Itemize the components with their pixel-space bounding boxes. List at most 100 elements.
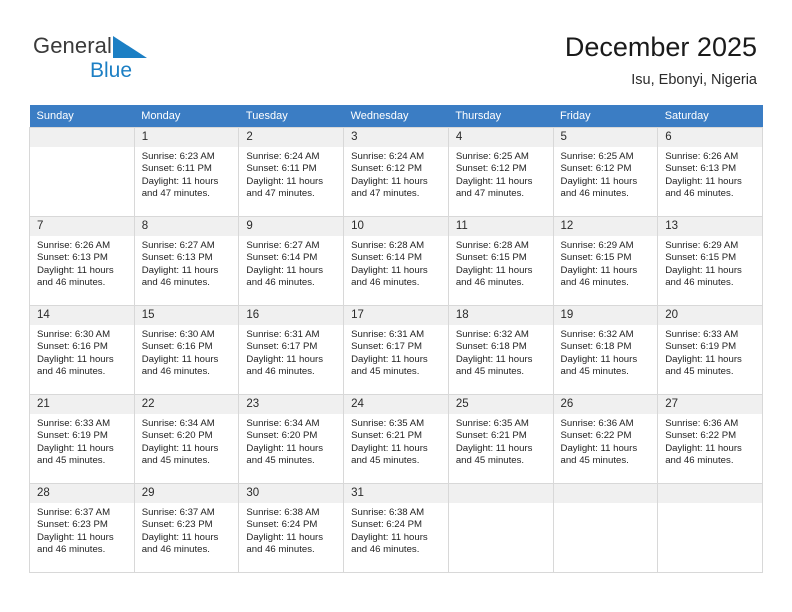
page-subtitle-location: Isu, Ebonyi, Nigeria — [631, 72, 757, 88]
calendar-day-cell[interactable]: 9 Sunrise: 6:27 AM Sunset: 6:14 PM Dayli… — [238, 216, 345, 306]
logo-text-general: General — [33, 33, 112, 58]
sunset-text: Sunset: 6:22 PM — [665, 430, 737, 442]
sunset-text: Sunset: 6:18 PM — [560, 341, 632, 353]
calendar-day-cell[interactable]: 21 Sunrise: 6:33 AM Sunset: 6:19 PM Dayl… — [29, 394, 135, 484]
daylight-text: Daylight: 11 hours and 46 minutes. — [246, 264, 324, 289]
sunrise-text: Sunrise: 6:34 AM — [141, 418, 215, 429]
calendar-day-cell[interactable]: 10 Sunrise: 6:28 AM Sunset: 6:14 PM Dayl… — [343, 216, 449, 306]
day-number: 20 — [658, 306, 762, 325]
daylight-text: Daylight: 11 hours and 47 minutes. — [141, 175, 219, 200]
calendar-day-cell[interactable]: 18 Sunrise: 6:32 AM Sunset: 6:18 PM Dayl… — [447, 305, 554, 395]
calendar-day-cell[interactable]: 23 Sunrise: 6:34 AM Sunset: 6:20 PM Dayl… — [238, 394, 345, 484]
calendar-day-cell[interactable]: 12 Sunrise: 6:29 AM Sunset: 6:15 PM Dayl… — [552, 216, 659, 306]
calendar-day-cell[interactable]: 27 Sunrise: 6:36 AM Sunset: 6:22 PM Dayl… — [657, 394, 763, 484]
sunrise-text: Sunrise: 6:23 AM — [141, 151, 215, 162]
daylight-text: Daylight: 11 hours and 46 minutes. — [665, 264, 742, 289]
day-details: Sunrise: 6:36 AM Sunset: 6:22 PM Dayligh… — [554, 414, 658, 468]
calendar-day-cell[interactable]: 26 Sunrise: 6:36 AM Sunset: 6:22 PM Dayl… — [552, 394, 659, 484]
day-number: 6 — [658, 128, 762, 147]
sunset-text: Sunset: 6:11 PM — [246, 163, 317, 175]
day-number: 26 — [553, 395, 658, 414]
day-details: Sunrise: 6:28 AM Sunset: 6:15 PM Dayligh… — [449, 236, 553, 290]
daylight-text: Daylight: 11 hours and 46 minutes. — [665, 442, 742, 467]
sunrise-text: Sunrise: 6:28 AM — [351, 240, 425, 251]
calendar-day-cell[interactable]: 4 Sunrise: 6:25 AM Sunset: 6:12 PM Dayli… — [447, 127, 554, 217]
day-details: Sunrise: 6:29 AM Sunset: 6:15 PM Dayligh… — [554, 236, 658, 290]
daylight-text: Daylight: 11 hours and 46 minutes. — [141, 531, 219, 556]
calendar-week-row: 1 Sunrise: 6:23 AM Sunset: 6:11 PM Dayli… — [29, 127, 763, 217]
calendar-day-cell[interactable]: 7 Sunrise: 6:26 AM Sunset: 6:13 PM Dayli… — [29, 216, 135, 306]
day-number: 10 — [344, 217, 448, 236]
day-number: 1 — [134, 128, 239, 147]
calendar-day-cell[interactable]: 3 Sunrise: 6:24 AM Sunset: 6:12 PM Dayli… — [343, 127, 449, 217]
calendar-day-cell[interactable]: 2 Sunrise: 6:24 AM Sunset: 6:11 PM Dayli… — [238, 127, 345, 217]
logo-top-row: General — [33, 33, 213, 59]
sunset-text: Sunset: 6:11 PM — [141, 163, 212, 175]
sunrise-text: Sunrise: 6:27 AM — [246, 240, 320, 251]
calendar-day-cell[interactable]: 22 Sunrise: 6:34 AM Sunset: 6:20 PM Dayl… — [133, 394, 240, 484]
day-details: Sunrise: 6:26 AM Sunset: 6:13 PM Dayligh… — [30, 236, 134, 290]
calendar-day-cell[interactable]: 28 Sunrise: 6:37 AM Sunset: 6:23 PM Dayl… — [29, 483, 135, 573]
sunrise-text: Sunrise: 6:38 AM — [351, 507, 425, 518]
calendar-day-cell[interactable]: 1 Sunrise: 6:23 AM Sunset: 6:11 PM Dayli… — [133, 127, 240, 217]
calendar-day-cell[interactable]: 5 Sunrise: 6:25 AM Sunset: 6:12 PM Dayli… — [552, 127, 659, 217]
day-details: Sunrise: 6:34 AM Sunset: 6:20 PM Dayligh… — [239, 414, 343, 468]
calendar-week-row: 7 Sunrise: 6:26 AM Sunset: 6:13 PM Dayli… — [29, 216, 763, 306]
day-details: Sunrise: 6:30 AM Sunset: 6:16 PM Dayligh… — [30, 325, 134, 379]
day-number: 30 — [239, 484, 344, 503]
calendar-day-cell[interactable]: 6 Sunrise: 6:26 AM Sunset: 6:13 PM Dayli… — [657, 127, 763, 217]
calendar-day-cell[interactable]: 11 Sunrise: 6:28 AM Sunset: 6:15 PM Dayl… — [447, 216, 554, 306]
day-details: Sunrise: 6:24 AM Sunset: 6:11 PM Dayligh… — [239, 147, 343, 201]
sunset-text: Sunset: 6:23 PM — [141, 519, 213, 531]
sunset-text: Sunset: 6:17 PM — [351, 341, 423, 353]
calendar-day-cell[interactable]: 8 Sunrise: 6:27 AM Sunset: 6:13 PM Dayli… — [133, 216, 240, 306]
day-details: Sunrise: 6:26 AM Sunset: 6:13 PM Dayligh… — [658, 147, 762, 201]
day-number: 17 — [344, 306, 448, 325]
sunset-text: Sunset: 6:20 PM — [141, 430, 213, 442]
sunrise-text: Sunrise: 6:25 AM — [455, 151, 529, 162]
title-block: December 2025 Isu, Ebonyi, Nigeria — [565, 30, 757, 91]
calendar-day-cell[interactable]: 15 Sunrise: 6:30 AM Sunset: 6:16 PM Dayl… — [133, 305, 240, 395]
day-details: Sunrise: 6:34 AM Sunset: 6:20 PM Dayligh… — [135, 414, 239, 468]
calendar-week-row: 14 Sunrise: 6:30 AM Sunset: 6:16 PM Dayl… — [29, 305, 763, 395]
daylight-text: Daylight: 11 hours and 46 minutes. — [246, 531, 324, 556]
day-details: Sunrise: 6:31 AM Sunset: 6:17 PM Dayligh… — [239, 325, 343, 379]
sunrise-text: Sunrise: 6:35 AM — [455, 418, 529, 429]
day-details: Sunrise: 6:27 AM Sunset: 6:14 PM Dayligh… — [239, 236, 343, 290]
sunset-text: Sunset: 6:18 PM — [455, 341, 527, 353]
general-blue-logo[interactable]: General Blue — [33, 33, 213, 85]
sunrise-text: Sunrise: 6:24 AM — [246, 151, 320, 162]
daylight-text: Daylight: 11 hours and 47 minutes. — [351, 175, 428, 200]
calendar-day-cell[interactable]: 14 Sunrise: 6:30 AM Sunset: 6:16 PM Dayl… — [29, 305, 135, 395]
calendar-day-cell[interactable]: 30 Sunrise: 6:38 AM Sunset: 6:24 PM Dayl… — [238, 483, 345, 573]
day-number: 9 — [239, 217, 344, 236]
calendar-day-cell[interactable]: 20 Sunrise: 6:33 AM Sunset: 6:19 PM Dayl… — [657, 305, 763, 395]
daylight-text: Daylight: 11 hours and 45 minutes. — [560, 442, 638, 467]
day-number — [553, 484, 658, 503]
weekday-header-sunday: Sunday — [29, 105, 135, 128]
day-details: Sunrise: 6:28 AM Sunset: 6:14 PM Dayligh… — [344, 236, 448, 290]
calendar-day-cell[interactable]: 16 Sunrise: 6:31 AM Sunset: 6:17 PM Dayl… — [238, 305, 345, 395]
calendar-day-cell[interactable]: 19 Sunrise: 6:32 AM Sunset: 6:18 PM Dayl… — [552, 305, 659, 395]
sunrise-text: Sunrise: 6:35 AM — [351, 418, 425, 429]
daylight-text: Daylight: 11 hours and 45 minutes. — [455, 442, 533, 467]
calendar-day-cell[interactable]: 25 Sunrise: 6:35 AM Sunset: 6:21 PM Dayl… — [447, 394, 554, 484]
page-header: General Blue December 2025 Isu, Ebonyi, … — [0, 0, 792, 104]
sunset-text: Sunset: 6:12 PM — [560, 163, 632, 175]
daylight-text: Daylight: 11 hours and 46 minutes. — [37, 353, 114, 378]
day-number — [658, 484, 762, 503]
calendar-day-cell[interactable]: 31 Sunrise: 6:38 AM Sunset: 6:24 PM Dayl… — [343, 483, 449, 573]
sunset-text: Sunset: 6:14 PM — [246, 252, 318, 264]
calendar-day-cell[interactable]: 17 Sunrise: 6:31 AM Sunset: 6:17 PM Dayl… — [343, 305, 449, 395]
sunset-text: Sunset: 6:16 PM — [37, 341, 108, 353]
calendar-day-cell[interactable]: 24 Sunrise: 6:35 AM Sunset: 6:21 PM Dayl… — [343, 394, 449, 484]
sunrise-text: Sunrise: 6:33 AM — [37, 418, 111, 429]
daylight-text: Daylight: 11 hours and 47 minutes. — [246, 175, 324, 200]
sunrise-text: Sunrise: 6:33 AM — [665, 329, 739, 340]
sunset-text: Sunset: 6:15 PM — [560, 252, 632, 264]
sunrise-text: Sunrise: 6:29 AM — [665, 240, 739, 251]
calendar-day-cell[interactable]: 29 Sunrise: 6:37 AM Sunset: 6:23 PM Dayl… — [133, 483, 240, 573]
calendar-day-cell[interactable]: 13 Sunrise: 6:29 AM Sunset: 6:15 PM Dayl… — [657, 216, 763, 306]
weekday-header-wednesday: Wednesday — [343, 105, 449, 128]
sunset-text: Sunset: 6:19 PM — [665, 341, 737, 353]
